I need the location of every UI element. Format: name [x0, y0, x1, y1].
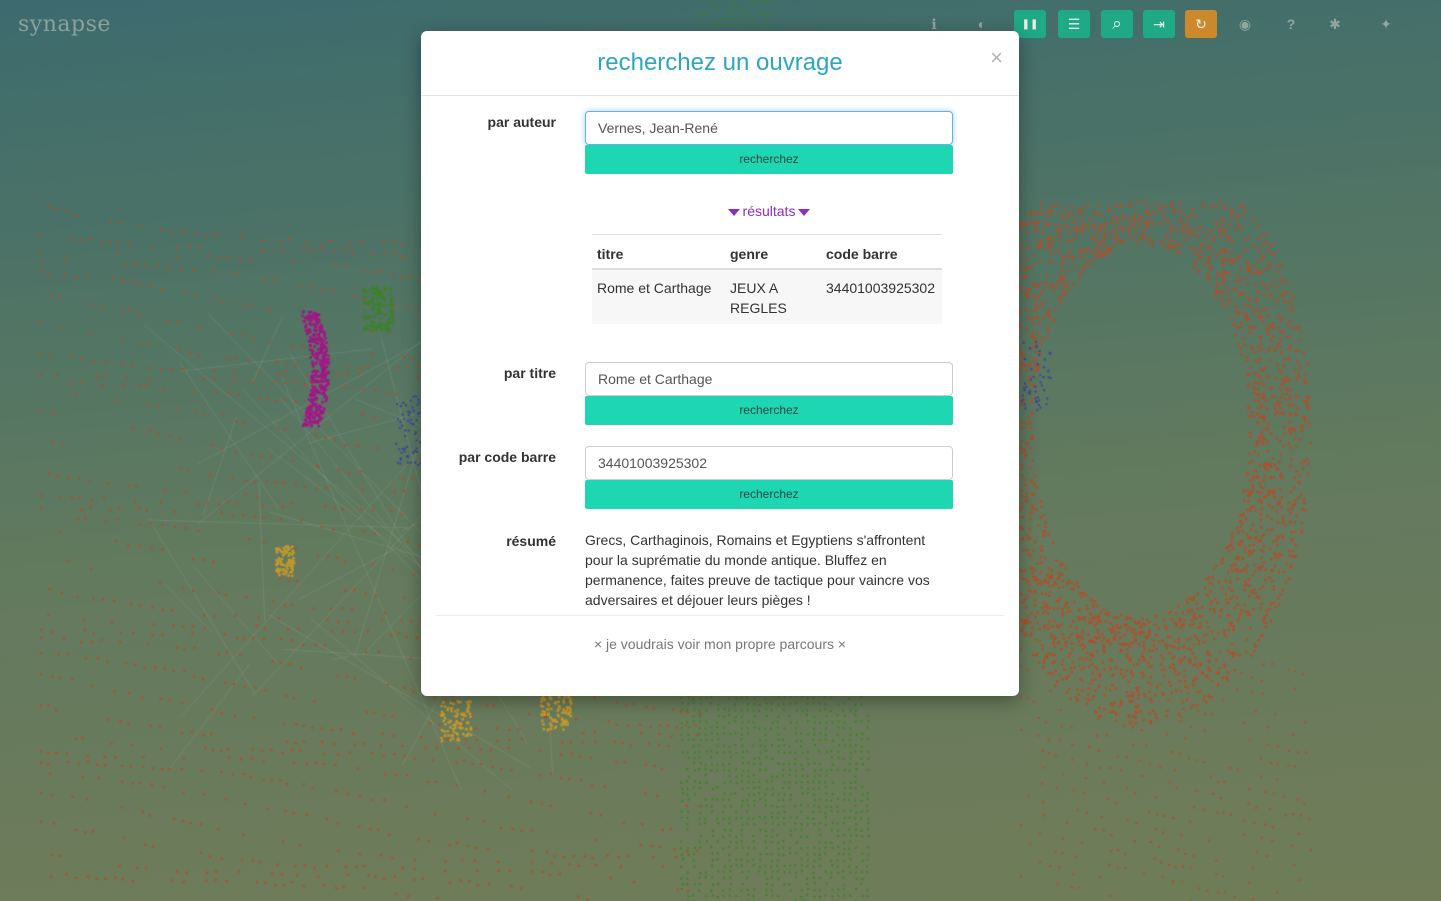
close-icon[interactable]: × — [990, 45, 1003, 71]
modal-header: recherchez un ouvrage × — [421, 31, 1019, 96]
barcode-label: par code barre — [458, 449, 556, 465]
title-search-button[interactable]: recherchez — [585, 396, 953, 425]
summary-text: Grecs, Carthaginois, Romains et Egyptien… — [585, 532, 930, 608]
own-path-link[interactable]: × je voudrais voir mon propre parcours × — [421, 636, 1019, 652]
author-label: par auteur — [487, 114, 556, 130]
caret-down-icon — [798, 208, 811, 216]
cell-genre: JEUX A REGLES — [725, 269, 821, 324]
table-row[interactable]: Rome et Carthage JEUX A REGLES 344010039… — [592, 269, 942, 324]
modal-title: recherchez un ouvrage — [597, 49, 843, 76]
title-input[interactable]: Rome et Carthage — [585, 362, 953, 396]
cell-titre: Rome et Carthage — [592, 269, 725, 324]
results-label: résultats — [742, 203, 796, 219]
author-search-button[interactable]: recherchez — [585, 145, 953, 174]
cell-code-barre: 34401003925302 — [821, 269, 942, 324]
barcode-input[interactable]: 34401003925302 — [585, 446, 953, 480]
summary-label: résumé — [506, 533, 556, 549]
column-header-titre: titre — [592, 234, 725, 270]
caret-down-icon — [727, 208, 740, 216]
column-header-genre: genre — [725, 234, 821, 270]
search-book-modal: recherchez un ouvrage × par auteur Verne… — [421, 31, 1019, 696]
title-label: par titre — [503, 365, 556, 381]
results-table: titre genre code barre Rome et Carthage … — [592, 234, 942, 324]
author-input[interactable]: Vernes, Jean-René — [585, 111, 953, 145]
barcode-search-button[interactable]: recherchez — [585, 480, 953, 509]
column-header-code-barre: code barre — [821, 234, 942, 270]
divider — [436, 615, 1004, 616]
results-toggle[interactable]: résultats — [585, 203, 953, 219]
